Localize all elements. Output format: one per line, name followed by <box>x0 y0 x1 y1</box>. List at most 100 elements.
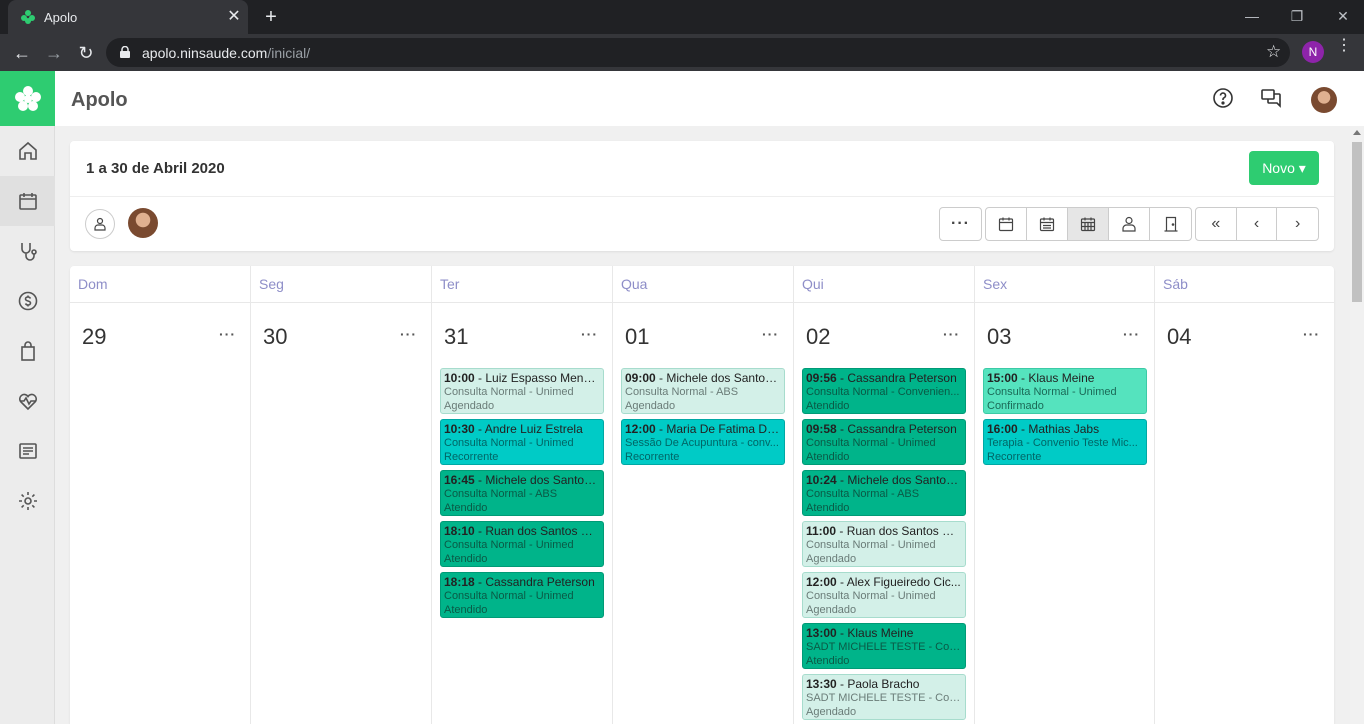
back-icon[interactable]: ← <box>10 41 34 65</box>
appointment-card[interactable]: 09:58 - Cassandra Peterson Consulta Norma… <box>802 419 966 465</box>
more-options-button[interactable]: ··· <box>940 208 981 240</box>
appointment-card[interactable]: 16:45 - Michele dos Santos ... Consulta N… <box>440 470 604 516</box>
tab-close-icon[interactable]: ✕ <box>224 7 244 27</box>
appointment-card[interactable]: 15:00 - Klaus Meine Consulta Normal - Uni… <box>983 368 1147 414</box>
day-view-button[interactable] <box>986 208 1027 240</box>
appointment-card[interactable]: 13:30 - Paola Bracho SADT MICHELE TESTE -… <box>802 674 966 720</box>
appointment-card[interactable]: 10:00 - Luiz Espasso Mendes Consulta Norm… <box>440 368 604 414</box>
room-view-button[interactable] <box>1150 208 1191 240</box>
day-column[interactable]: Sex 03 ··· 15:00 - Klaus Meine Consulta Norm… <box>975 266 1155 724</box>
day-options-icon[interactable]: ··· <box>943 326 960 342</box>
appointment-status: Atendido <box>806 655 850 667</box>
appointment-status: Agendado <box>806 706 857 718</box>
appointment-title: 11:00 - Ruan dos Santos M... <box>806 524 962 538</box>
sidebar-item-reports[interactable] <box>0 426 55 476</box>
day-options-icon[interactable]: ··· <box>762 326 779 342</box>
day-column[interactable]: Dom 29 ··· <box>70 266 251 724</box>
appointment-status: Recorrente <box>444 451 499 463</box>
day-options-icon[interactable]: ··· <box>1303 326 1320 342</box>
logo-icon <box>14 85 41 111</box>
day-column[interactable]: Qua 01 ··· 09:00 - Michele dos Santos ... Co… <box>613 266 794 724</box>
appointment-status: Agendado <box>444 400 495 412</box>
profile-avatar[interactable]: N <box>1302 41 1324 63</box>
patient-name: Luiz Espasso Mendes <box>485 371 600 385</box>
appointment-status: Atendido <box>444 553 488 565</box>
appointment-card[interactable]: 10:30 - Andre Luiz Estrela Consulta Norma… <box>440 419 604 465</box>
day-column[interactable]: Seg 30 ··· <box>251 266 432 724</box>
scrollbar-thumb[interactable] <box>1352 142 1362 302</box>
appointment-card[interactable]: 09:56 - Cassandra Peterson Consulta Norma… <box>802 368 966 414</box>
appointment-card[interactable]: 18:10 - Ruan dos Santos M... Consulta Nor… <box>440 521 604 567</box>
new-tab-icon[interactable]: + <box>260 6 282 28</box>
weekday-label: Dom <box>70 266 250 303</box>
previous-button[interactable]: ‹ <box>1237 208 1278 240</box>
address-bar[interactable]: apolo.ninsaude.com/inicial/ ☆ <box>106 38 1290 67</box>
day-column[interactable]: Qui 02 ··· 09:56 - Cassandra Peterson Consul… <box>794 266 975 724</box>
sidebar-item-store[interactable] <box>0 326 55 376</box>
minimize-icon[interactable]: — <box>1237 6 1267 26</box>
weekday-label: Sex <box>975 266 1154 303</box>
user-avatar[interactable] <box>1311 87 1337 113</box>
app-logo[interactable] <box>0 71 55 126</box>
appointment-time: 10:00 <box>444 371 475 385</box>
chat-icon[interactable] <box>1260 87 1282 109</box>
month-view-button[interactable] <box>1068 208 1109 240</box>
browser-tab[interactable]: Apolo ✕ <box>8 0 248 34</box>
appointment-card[interactable]: 11:00 - Ruan dos Santos M... Consulta Nor… <box>802 521 966 567</box>
appointment-title: 18:10 - Ruan dos Santos M... <box>444 524 600 538</box>
day-column[interactable]: Sáb 04 ··· <box>1155 266 1334 724</box>
day-options-icon[interactable]: ··· <box>1123 326 1140 342</box>
help-icon[interactable] <box>1212 87 1234 109</box>
patient-name: Michele dos Santos... <box>847 473 962 487</box>
doctor-icon <box>1122 216 1136 232</box>
appointment-time: 16:45 <box>444 473 475 487</box>
appointment-time: 13:30 <box>806 677 837 691</box>
sidebar-item-home[interactable] <box>0 126 55 176</box>
professional-avatar[interactable] <box>128 208 158 238</box>
bookmark-star-icon[interactable]: ☆ <box>1266 42 1281 62</box>
first-page-button[interactable]: « <box>1196 208 1237 240</box>
weekday-label: Ter <box>432 266 612 303</box>
scroll-up-icon[interactable] <box>1353 130 1361 135</box>
appointment-card[interactable]: 12:00 - Maria De Fatima Da ... Sessão De … <box>621 419 785 465</box>
appointment-card[interactable]: 18:18 - Cassandra Peterson Consulta Norma… <box>440 572 604 618</box>
restore-icon[interactable]: ❐ <box>1282 6 1312 26</box>
day-number: 02 <box>806 324 831 349</box>
sidebar-item-calendar[interactable] <box>0 176 55 226</box>
appointment-status: Atendido <box>806 502 850 514</box>
appointment-card[interactable]: 16:00 - Mathias Jabs Terapia - Convenio T… <box>983 419 1147 465</box>
sidebar-item-stethoscope[interactable] <box>0 226 55 276</box>
appointment-card[interactable]: 13:00 - Klaus Meine SADT MICHELE TESTE - … <box>802 623 966 669</box>
sidebar-item-health[interactable] <box>0 376 55 426</box>
doctor-icon <box>94 217 106 231</box>
sidebar-item-finance[interactable] <box>0 276 55 326</box>
day-options-icon[interactable]: ··· <box>581 326 598 342</box>
patient-name: Mathias Jabs <box>1028 422 1100 436</box>
appointment-card[interactable]: 09:00 - Michele dos Santos ... Consulta N… <box>621 368 785 414</box>
professional-filter-button[interactable] <box>85 209 115 239</box>
professional-view-button[interactable] <box>1109 208 1150 240</box>
home-icon <box>18 141 37 160</box>
new-button[interactable]: Novo ▾ <box>1249 151 1319 185</box>
appointment-card[interactable]: 12:00 - Alex Figueiredo Cic... Consulta N… <box>802 572 966 618</box>
url-path: /inicial/ <box>267 45 311 61</box>
reload-icon[interactable]: ↻ <box>74 41 98 65</box>
day-column[interactable]: Ter 31 ··· 10:00 - Luiz Espasso Mendes Consu… <box>432 266 613 724</box>
browser-menu-icon[interactable]: ⋮ <box>1336 38 1352 54</box>
appointment-title: 09:00 - Michele dos Santos ... <box>625 371 781 385</box>
appointment-status: Atendido <box>444 604 488 616</box>
appointment-card[interactable]: 10:24 - Michele dos Santos... Consulta No… <box>802 470 966 516</box>
appointment-title: 09:56 - Cassandra Peterson <box>806 371 957 385</box>
day-options-icon[interactable]: ··· <box>400 326 417 342</box>
week-view-button[interactable] <box>1027 208 1068 240</box>
forward-icon[interactable]: → <box>42 41 66 65</box>
next-button[interactable]: › <box>1277 208 1318 240</box>
sidebar-item-settings[interactable] <box>0 476 55 526</box>
appointment-time: 18:18 <box>444 575 475 589</box>
day-options-icon[interactable]: ··· <box>219 326 236 342</box>
window-close-icon[interactable]: ✕ <box>1328 6 1358 26</box>
page-scrollbar[interactable] <box>1350 126 1364 724</box>
appointment-time: 10:24 <box>806 473 837 487</box>
appointment-title: 12:00 - Alex Figueiredo Cic... <box>806 575 961 589</box>
weekday-label: Sáb <box>1155 266 1334 303</box>
